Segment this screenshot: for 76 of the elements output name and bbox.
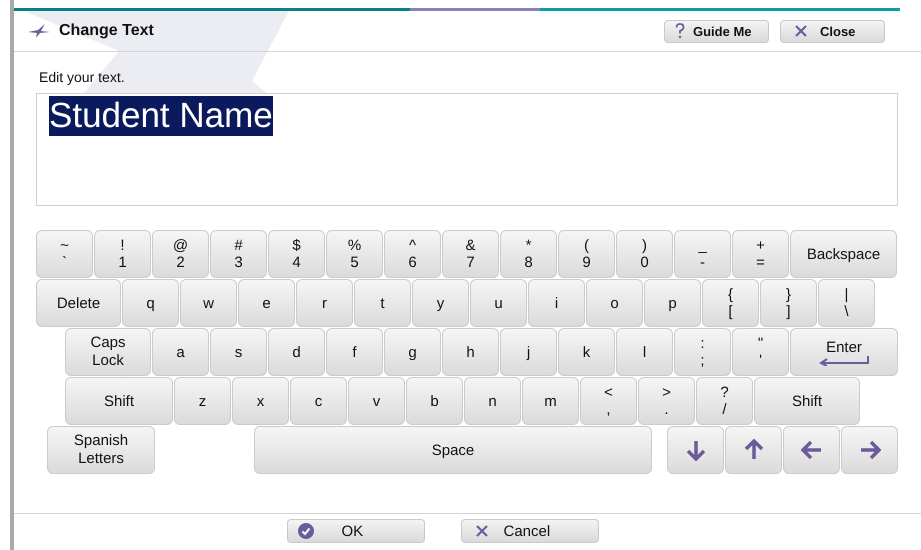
key[interactable]: b [406,377,463,425]
key[interactable]: Backspace [790,230,897,278]
key[interactable]: } ] [760,279,817,327]
key[interactable]: & 7 [442,230,499,278]
close-icon [795,25,807,37]
enter-key[interactable]: Enter [790,328,898,376]
key[interactable]: o [586,279,643,327]
key[interactable]: i [528,279,585,327]
key[interactable]: s [210,328,267,376]
key[interactable]: w [180,279,237,327]
key[interactable]: p [644,279,701,327]
key[interactable]: Spanish Letters [47,426,155,474]
key[interactable]: k [558,328,615,376]
left-arrow-icon [800,439,822,461]
key[interactable]: u [470,279,527,327]
key[interactable]: * 8 [500,230,557,278]
key[interactable]: > . [638,377,695,425]
ok-button[interactable]: OK [286,519,424,543]
key[interactable]: @ 2 [152,230,209,278]
key[interactable]: z [174,377,231,425]
key[interactable]: f [326,328,383,376]
key[interactable]: # 3 [210,230,267,278]
key[interactable]: a [152,328,209,376]
prompt-text: Edit your text. [39,69,126,85]
arrow-key[interactable] [667,426,724,474]
key[interactable]: Delete [36,279,121,327]
key[interactable]: ^ 6 [384,230,441,278]
close-button[interactable]: Close [780,20,885,42]
key[interactable]: Caps Lock [65,328,151,376]
key[interactable]: Shift [65,377,173,425]
key[interactable]: Space [254,426,652,474]
up-arrow-icon [742,439,764,461]
key[interactable]: m [522,377,579,425]
key[interactable]: $ 4 [268,230,325,278]
key[interactable]: { [ [702,279,759,327]
guide-me-button[interactable]: Guide Me [664,20,769,42]
key[interactable]: l [616,328,673,376]
key[interactable]: e [238,279,295,327]
right-arrow-icon [858,439,880,461]
key[interactable]: _ - [674,230,731,278]
key[interactable]: ! 1 [94,230,151,278]
check-icon [298,523,314,539]
arrow-key[interactable] [783,426,840,474]
text-field[interactable]: Student Name [36,93,898,206]
key[interactable]: j [500,328,557,376]
key[interactable]: q [122,279,179,327]
key[interactable]: ~ ` [36,230,93,278]
down-arrow-icon [684,439,706,461]
window-title: Change Text [59,22,154,40]
key[interactable]: " ' [732,328,789,376]
key[interactable]: < , [580,377,637,425]
key[interactable]: | \ [818,279,875,327]
key[interactable]: : ; [674,328,731,376]
key[interactable]: y [412,279,469,327]
key[interactable]: r [296,279,353,327]
key[interactable]: ? / [696,377,753,425]
key[interactable]: h [442,328,499,376]
key[interactable]: % 5 [326,230,383,278]
arrow-key[interactable] [725,426,782,474]
key[interactable]: + = [732,230,789,278]
close-icon [476,525,488,537]
key[interactable]: ( 9 [558,230,615,278]
key[interactable]: c [290,377,347,425]
key[interactable]: x [232,377,289,425]
arrow-key[interactable] [841,426,898,474]
key[interactable]: t [354,279,411,327]
key[interactable]: d [268,328,325,376]
cancel-button[interactable]: Cancel [460,519,598,543]
return-arrow-icon [818,356,870,366]
key[interactable]: ) 0 [616,230,673,278]
key[interactable]: Shift [754,377,860,425]
key[interactable]: v [348,377,405,425]
key[interactable]: n [464,377,521,425]
key[interactable]: g [384,328,441,376]
help-icon [675,23,685,39]
star-icon [28,24,50,38]
